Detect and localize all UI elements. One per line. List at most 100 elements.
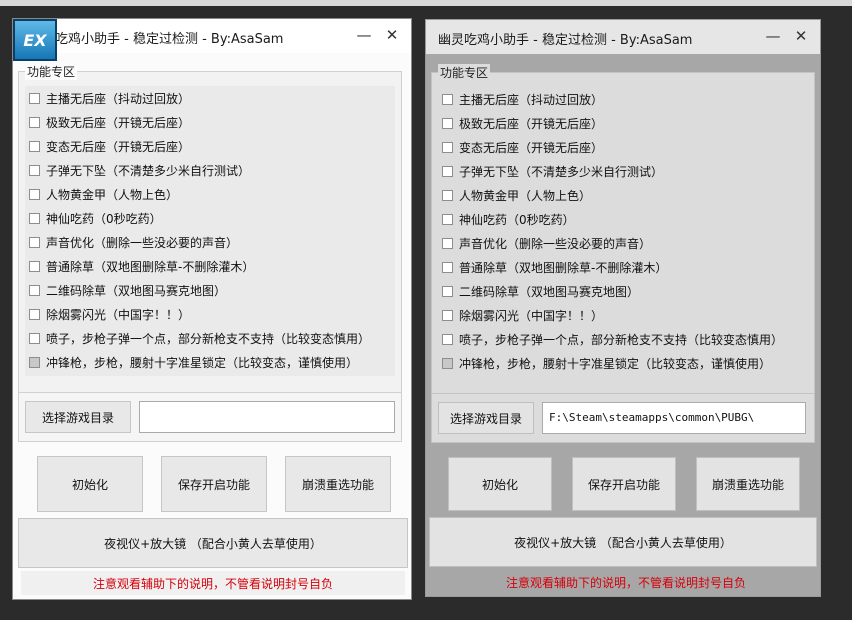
app-logo: EX [13,19,57,61]
close-button[interactable]: ✕ [790,26,812,46]
checkbox-item[interactable]: 人物黄金甲（人物上色） [442,185,591,205]
group-label: 功能专区 [438,64,491,81]
checkbox[interactable] [29,356,40,368]
checkbox[interactable] [442,357,453,369]
checkbox[interactable] [29,236,40,248]
checkbox[interactable] [442,333,453,345]
checkbox-item[interactable]: 除烟雾闪光（中国字！！） [442,305,603,325]
checkbox-label: 神仙吃药（0秒吃药） [46,211,162,226]
checkbox-item[interactable]: 主播无后座（抖动过回放） [442,89,603,109]
group-label: 功能专区 [25,63,78,80]
checkbox[interactable] [29,332,40,344]
checkbox-label: 主播无后座（抖动过回放） [459,92,604,107]
checkbox-label: 二维码除草（双地图马赛克地图） [459,284,640,299]
checkbox-item[interactable]: 冲锋枪，步枪，腰射十字准星锁定（比较变态，谨慎使用） [442,353,771,373]
background-window-strip [0,0,852,6]
directory-panel: 选择游戏目录 F:\Steam\steamapps\common\PUBG\ [431,393,815,443]
checkbox-label: 子弹无下坠（不清楚多少米自行测试） [46,163,251,178]
checkbox-label: 人物黄金甲（人物上色） [459,188,592,203]
checkbox[interactable] [442,141,453,153]
checkbox-label: 极致无后座（开镜无后座） [459,116,604,131]
night-vision-button[interactable]: 夜视仪+放大镜 （配合小黄人去草使用） [18,518,408,568]
checkbox-label: 极致无后座（开镜无后座） [46,115,191,130]
checkbox-label: 冲锋枪，步枪，腰射十字准星锁定（比较变态，谨慎使用） [46,355,359,370]
checkbox-item[interactable]: 主播无后座（抖动过回放） [29,88,190,108]
checkbox[interactable] [29,164,40,176]
checkbox-item[interactable]: 冲锋枪，步枪，腰射十字准星锁定（比较变态，谨慎使用） [29,352,358,372]
title-bar[interactable]: 幽灵吃鸡小助手 - 稳定过检测 - By:AsaSam — ✕ [426,20,820,54]
select-game-dir-button[interactable]: 选择游戏目录 [25,401,131,433]
checkbox-item[interactable]: 极致无后座（开镜无后座） [29,112,190,132]
game-dir-input[interactable] [139,401,395,433]
checkbox-label: 除烟雾闪光（中国字！！） [46,307,191,322]
checkbox[interactable] [442,237,453,249]
checkbox[interactable] [442,309,453,321]
save-features-button[interactable]: 保存开启功能 [572,457,676,511]
checkbox-item[interactable]: 子弹无下坠（不清楚多少米自行测试） [442,161,663,181]
checkbox[interactable] [29,212,40,224]
checkbox[interactable] [29,92,40,104]
checkbox-item[interactable]: 普通除草（双地图删除草-不删除灌木） [442,257,667,277]
init-button[interactable]: 初始化 [37,456,143,512]
checkbox-item[interactable]: 变态无后座（开镜无后座） [442,137,603,157]
checkbox-item[interactable]: 喷子，步枪子弹一个点，部分新枪支不支持（比较变态慎用） [29,328,370,348]
checkbox-item[interactable]: 声音优化（删除一些没必要的声音） [29,232,238,252]
checkbox-item[interactable]: 变态无后座（开镜无后座） [29,136,190,156]
checkbox-label: 喷子，步枪子弹一个点，部分新枪支不支持（比较变态慎用） [46,331,371,346]
night-vision-button[interactable]: 夜视仪+放大镜 （配合小黄人去草使用） [429,517,817,567]
checkbox[interactable] [29,308,40,320]
checkbox-label: 人物黄金甲（人物上色） [46,187,179,202]
checkbox-item[interactable]: 除烟雾闪光（中国字！！） [29,304,190,324]
checkbox[interactable] [442,213,453,225]
checkbox[interactable] [442,117,453,129]
checkbox-item[interactable]: 喷子，步枪子弹一个点，部分新枪支不支持（比较变态慎用） [442,329,783,349]
checkbox-label: 子弹无下坠（不清楚多少米自行测试） [459,164,664,179]
crash-reselect-button[interactable]: 崩溃重选功能 [285,456,391,512]
logo-text: EX [23,30,47,50]
checkbox-label: 主播无后座（抖动过回放） [46,91,191,106]
feature-group: 功能专区 主播无后座（抖动过回放） 极致无后座（开镜无后座） 变态无后座（开镜无… [18,63,402,401]
checkbox[interactable] [442,165,453,177]
checkbox-label: 普通除草（双地图删除草-不删除灌木） [459,260,668,275]
warning-text: 注意观看辅助下的说明，不管看说明封号自负 [21,571,405,595]
checkbox-label: 除烟雾闪光（中国字！！） [459,308,604,323]
title-bar[interactable]: 吃鸡小助手 - 稳定过检测 - By:AsaSam — ✕ [13,19,411,53]
directory-panel: 选择游戏目录 [18,392,402,442]
checkbox[interactable] [29,140,40,152]
checkbox[interactable] [29,260,40,272]
feature-list: 主播无后座（抖动过回放） 极致无后座（开镜无后座） 变态无后座（开镜无后座） 子… [438,87,808,377]
checkbox-label: 神仙吃药（0秒吃药） [459,212,575,227]
helper-window-right: 幽灵吃鸡小助手 - 稳定过检测 - By:AsaSam — ✕ 功能专区 主播无… [425,19,821,597]
checkbox-label: 普通除草（双地图删除草-不删除灌木） [46,259,255,274]
checkbox-item[interactable]: 神仙吃药（0秒吃药） [442,209,575,229]
init-button[interactable]: 初始化 [448,457,552,511]
save-features-button[interactable]: 保存开启功能 [161,456,267,512]
feature-list: 主播无后座（抖动过回放） 极致无后座（开镜无后座） 变态无后座（开镜无后座） 子… [25,86,395,376]
checkbox[interactable] [29,188,40,200]
helper-window-left: 吃鸡小助手 - 稳定过检测 - By:AsaSam — ✕ 功能专区 主播无后座… [12,18,412,600]
checkbox-item[interactable]: 声音优化（删除一些没必要的声音） [442,233,651,253]
window-title: 吃鸡小助手 - 稳定过检测 - By:AsaSam [55,32,284,47]
select-game-dir-button[interactable]: 选择游戏目录 [438,402,534,434]
checkbox-item[interactable]: 子弹无下坠（不清楚多少米自行测试） [29,160,250,180]
checkbox-label: 二维码除草（双地图马赛克地图） [46,283,227,298]
checkbox[interactable] [29,116,40,128]
minimize-button[interactable]: — [353,25,375,45]
checkbox-item[interactable]: 二维码除草（双地图马赛克地图） [29,280,226,300]
checkbox[interactable] [442,93,453,105]
checkbox-item[interactable]: 人物黄金甲（人物上色） [29,184,178,204]
game-dir-input[interactable]: F:\Steam\steamapps\common\PUBG\ [542,402,806,434]
checkbox-item[interactable]: 极致无后座（开镜无后座） [442,113,603,133]
checkbox-label: 喷子，步枪子弹一个点，部分新枪支不支持（比较变态慎用） [459,332,784,347]
checkbox[interactable] [442,189,453,201]
crash-reselect-button[interactable]: 崩溃重选功能 [696,457,800,511]
checkbox-item[interactable]: 普通除草（双地图删除草-不删除灌木） [29,256,254,276]
minimize-button[interactable]: — [762,26,784,46]
checkbox[interactable] [442,285,453,297]
checkbox-label: 变态无后座（开镜无后座） [459,140,604,155]
checkbox-item[interactable]: 二维码除草（双地图马赛克地图） [442,281,639,301]
checkbox-item[interactable]: 神仙吃药（0秒吃药） [29,208,162,228]
close-button[interactable]: ✕ [381,25,403,45]
checkbox[interactable] [29,284,40,296]
checkbox[interactable] [442,261,453,273]
